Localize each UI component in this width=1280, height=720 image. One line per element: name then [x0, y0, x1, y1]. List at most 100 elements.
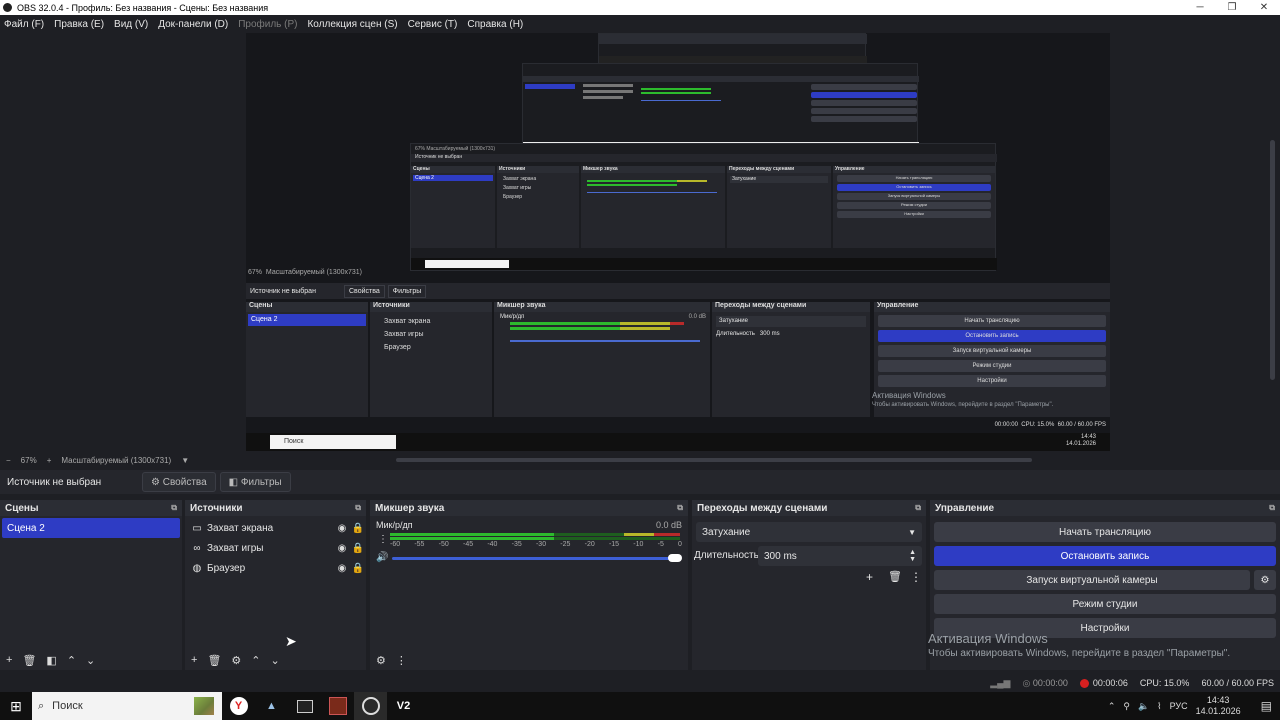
eye-icon[interactable]: ◉: [334, 563, 350, 574]
mixer-toolbar: ⚙ ⋮: [370, 650, 688, 670]
source-toolbar: Источник не выбран ⚙ Свойства ◧ Фильтры: [0, 470, 1280, 494]
record-dot-icon: [1079, 678, 1089, 688]
add-icon[interactable]: +: [6, 654, 12, 666]
nested-sources-dock: Источники Захват экрана Захват игры Брау…: [370, 302, 492, 417]
sources-toolbar: + 🗑 ⚙ ⌃ ⌄: [185, 650, 366, 670]
eye-icon[interactable]: ◉: [334, 523, 350, 534]
record-status: 00:00:06: [1079, 678, 1128, 688]
volume-meter-right-dim: [554, 537, 680, 540]
duration-spinbox[interactable]: 300 ms ▲ ▼: [758, 546, 922, 566]
eye-icon[interactable]: ◉: [334, 543, 350, 554]
source-item[interactable]: ▭ Захват экрана ◉ 🔒: [185, 518, 366, 538]
preview-scrollbar-horizontal[interactable]: [396, 458, 1032, 462]
maximize-icon[interactable]: ❐: [1216, 2, 1248, 13]
windows-taskbar: ⊞ ⌕ Поиск Y ▲ V2 ⌃ ⚲ 🔈 ⌇ РУС 14:43 14.01…: [0, 692, 1280, 720]
nested-statusbar: 00:00:00 CPU: 15.0% 60.00 / 60.00 FPS: [994, 422, 1106, 428]
menu-profile[interactable]: Профиль (P): [238, 19, 297, 30]
globe-icon: ◍: [192, 562, 202, 574]
network-icon[interactable]: ⚲: [1123, 701, 1130, 712]
add-icon[interactable]: +: [866, 570, 873, 584]
volume-meter-left-dim: [554, 533, 624, 536]
v2-app-icon[interactable]: V2: [387, 692, 420, 720]
nested-transitions-dock: Переходы между сценами Затухание Длитель…: [712, 302, 870, 417]
menu-edit[interactable]: Правка (E): [54, 19, 104, 30]
more-options-icon[interactable]: ⋮: [910, 570, 922, 584]
menu-tools[interactable]: Сервис (T): [408, 19, 458, 30]
source-item[interactable]: ◍ Браузер ◉ 🔒: [185, 558, 366, 578]
move-up-icon[interactable]: ⌃: [67, 654, 76, 667]
start-virtual-camera-button[interactable]: Запуск виртуальной камеры: [934, 570, 1250, 590]
undock-icon[interactable]: ⧉: [171, 503, 177, 513]
chevron-up-icon[interactable]: ⌃: [1108, 701, 1116, 712]
menu-file[interactable]: Файл (F): [4, 19, 44, 30]
menu-docks[interactable]: Док-панели (D): [158, 19, 228, 30]
search-icon: ⌕: [38, 699, 45, 712]
undock-icon[interactable]: ⧉: [1269, 503, 1275, 513]
properties-button[interactable]: ⚙ Свойства: [142, 472, 216, 492]
source-item[interactable]: ∞ Захват игры ◉ 🔒: [185, 538, 366, 558]
windows-start-icon[interactable]: ⊞: [0, 692, 32, 720]
volume-slider[interactable]: [392, 557, 676, 560]
yandex-browser-icon[interactable]: Y: [222, 692, 255, 720]
zoom-out-button[interactable]: −: [6, 456, 11, 465]
trash-icon[interactable]: 🗑: [207, 654, 221, 667]
move-down-icon[interactable]: ⌄: [86, 654, 95, 667]
scene-item[interactable]: Сцена 2: [2, 518, 180, 538]
scene-filters-icon[interactable]: ◧: [46, 654, 56, 667]
gear-icon[interactable]: ⚙: [231, 654, 241, 667]
lock-icon[interactable]: 🔒: [350, 523, 366, 534]
mixer-dock-header: Микшер звука ⧉: [370, 500, 688, 516]
clock[interactable]: 14:43 14.01.2026: [1196, 695, 1249, 717]
no-source-label: Источник не выбран: [7, 476, 102, 488]
menu-help[interactable]: Справка (H): [467, 19, 523, 30]
scenes-dock-header: Сцены ⧉: [0, 500, 182, 516]
scale-mode-select[interactable]: Масштабируемый (1300x731): [61, 456, 171, 465]
move-up-icon[interactable]: ⌃: [251, 654, 260, 667]
volume-slider-handle[interactable]: [668, 554, 682, 562]
language-indicator[interactable]: РУС: [1170, 701, 1188, 711]
more-options-icon[interactable]: ⋮: [396, 654, 407, 667]
undock-icon[interactable]: ⧉: [355, 503, 361, 513]
move-down-icon[interactable]: ⌄: [271, 654, 280, 667]
sources-title: Источники: [190, 502, 243, 514]
transitions-dock: Переходы между сценами ⧉ Затухание ▼ Дли…: [692, 500, 926, 670]
filters-button[interactable]: ◧ Фильтры: [219, 472, 291, 492]
steam-icon[interactable]: ▲: [255, 692, 288, 720]
activation-watermark-text: Чтобы активировать Windows, перейдите в …: [928, 648, 1231, 659]
trash-icon[interactable]: 🗑: [22, 654, 36, 667]
preview-canvas[interactable]: 67% Масштабируемый (1300x731) Источник н…: [246, 33, 1110, 451]
game-icon[interactable]: [321, 692, 354, 720]
transition-select[interactable]: Затухание ▼: [696, 522, 922, 542]
lock-icon[interactable]: 🔒: [350, 543, 366, 554]
add-icon[interactable]: +: [191, 654, 197, 666]
notifications-icon[interactable]: ▤: [1261, 699, 1272, 713]
zoom-level: 67%: [20, 455, 37, 465]
preview-scrollbar-vertical[interactable]: [1270, 140, 1275, 380]
stream-status: ◎ 00:00:00: [1022, 677, 1068, 689]
minimize-icon[interactable]: ─: [1184, 2, 1216, 13]
monitor-icon: ▭: [192, 522, 202, 534]
volume-icon[interactable]: 🔈: [1138, 701, 1149, 712]
virtual-camera-settings-button[interactable]: ⚙: [1254, 570, 1276, 590]
stop-recording-button[interactable]: Остановить запись: [934, 546, 1276, 566]
obs-taskbar-icon[interactable]: [354, 692, 387, 720]
mixer-settings-icon[interactable]: ⚙: [376, 654, 386, 667]
nested-watermark-line2: Чтобы активировать Windows, перейдите в …: [872, 402, 1054, 408]
undock-icon[interactable]: ⧉: [915, 503, 921, 513]
taskbar-search[interactable]: ⌕ Поиск: [32, 692, 222, 720]
menu-view[interactable]: Вид (V): [114, 19, 148, 30]
nested-taskbar: Поиск 14:43 14.01.2026: [246, 433, 1110, 451]
trash-icon[interactable]: 🗑: [888, 570, 902, 583]
terminal-icon[interactable]: [288, 692, 321, 720]
speaker-icon[interactable]: 🔊: [376, 552, 388, 563]
lock-icon[interactable]: 🔒: [350, 563, 366, 574]
more-options-icon[interactable]: ⋮: [378, 534, 388, 545]
close-icon[interactable]: ✕: [1248, 2, 1280, 13]
undock-icon[interactable]: ⧉: [677, 503, 683, 513]
studio-mode-button[interactable]: Режим студии: [934, 594, 1276, 614]
menu-scene-collection[interactable]: Коллекция сцен (S): [307, 19, 397, 30]
zoom-in-button[interactable]: +: [47, 456, 52, 465]
chevron-down-icon[interactable]: ▼: [181, 456, 189, 465]
start-streaming-button[interactable]: Начать трансляцию: [934, 522, 1276, 542]
wifi-icon[interactable]: ⌇: [1157, 701, 1161, 712]
